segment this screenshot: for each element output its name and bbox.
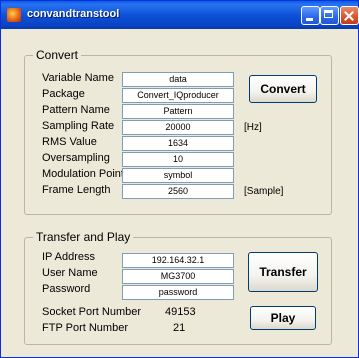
close-icon[interactable]	[340, 6, 359, 25]
app-window: convandtranstool Convert Variable Name P…	[0, 0, 359, 358]
transfer-group-title: Transfer and Play	[33, 230, 134, 244]
modulation-point-field[interactable]: symbol	[122, 168, 234, 183]
rms-value-field[interactable]: 1634	[122, 136, 234, 151]
title-bar[interactable]: convandtranstool	[1, 1, 359, 29]
socket-port-label: Socket Port Number	[42, 306, 142, 318]
ip-address-field[interactable]: 192.164.32.1	[122, 253, 234, 268]
ftp-port-value: 21	[173, 322, 186, 334]
app-icon	[7, 8, 21, 22]
sampling-rate-label: Sampling Rate	[42, 120, 115, 132]
sampling-rate-unit: [Hz]	[244, 122, 262, 133]
package-field[interactable]: Convert_IQproducer	[122, 88, 234, 103]
ftp-port-label: FTP Port Number	[42, 322, 128, 334]
convert-group-title: Convert	[33, 48, 82, 62]
pattern-name-field[interactable]: Pattern	[122, 104, 234, 119]
frame-length-unit: [Sample]	[244, 186, 284, 197]
frame-length-label: Frame Length	[42, 184, 111, 196]
password-field[interactable]: password	[122, 285, 234, 300]
modulation-point-label: Modulation Point	[42, 168, 124, 180]
oversampling-field[interactable]: 10	[122, 152, 234, 167]
oversampling-label: Oversampling	[42, 152, 110, 164]
window-title: convandtranstool	[27, 8, 120, 20]
socket-port-value: 49153	[165, 306, 196, 318]
package-label: Package	[42, 88, 85, 100]
maximize-icon[interactable]	[320, 6, 339, 25]
user-name-field[interactable]: MG3700	[122, 269, 234, 284]
frame-length-field[interactable]: 2560	[122, 184, 234, 199]
password-label: Password	[42, 283, 91, 295]
variable-name-label: Variable Name	[42, 72, 114, 84]
user-name-label: User Name	[42, 267, 98, 279]
variable-name-field[interactable]: data	[122, 72, 234, 87]
sampling-rate-field[interactable]: 20000	[122, 120, 234, 135]
pattern-name-label: Pattern Name	[42, 104, 110, 116]
play-button[interactable]: Play	[250, 306, 316, 330]
transfer-button[interactable]: Transfer	[248, 252, 318, 292]
convert-button[interactable]: Convert	[249, 75, 317, 103]
ip-address-label: IP Address	[42, 251, 95, 263]
minimize-icon[interactable]	[301, 6, 320, 25]
rms-value-label: RMS Value	[42, 136, 97, 148]
